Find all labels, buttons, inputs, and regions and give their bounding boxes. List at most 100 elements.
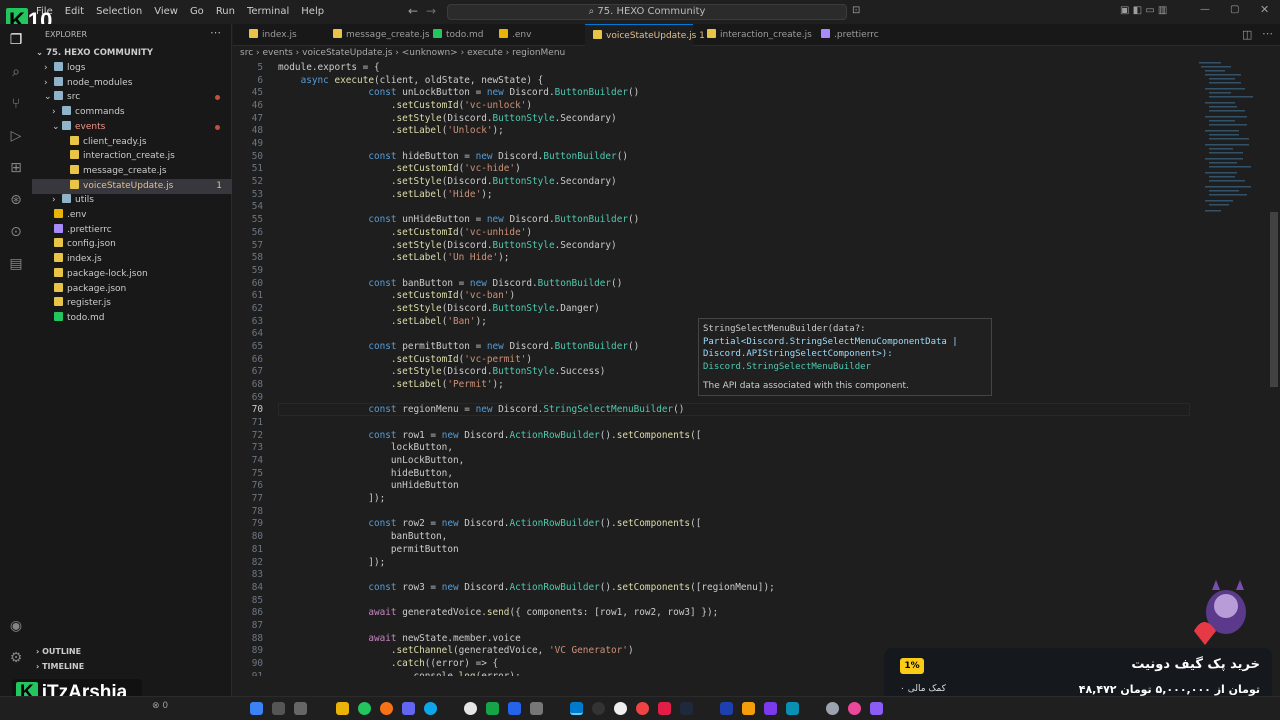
editor-tab[interactable]: .env [491, 24, 557, 46]
discord-icon[interactable] [402, 702, 415, 715]
tree-folder[interactable]: ⌄ src [32, 90, 232, 105]
minimap[interactable] [1195, 60, 1270, 220]
obs-icon[interactable] [592, 702, 605, 715]
steam-icon[interactable] [720, 702, 733, 715]
code-line[interactable]: console.log(error); [278, 671, 520, 676]
layout-icon[interactable]: ▣ ◧ ▭ ▥ [1120, 5, 1167, 16]
breadcrumb-item[interactable]: events [262, 48, 292, 58]
menu-run[interactable]: Run [210, 0, 241, 24]
tree-file[interactable]: voiceStateUpdate.js 1 [32, 178, 232, 194]
run-debug-icon[interactable]: ▷ [6, 126, 26, 146]
minimize-icon[interactable]: — [1200, 4, 1210, 15]
code-line[interactable]: const hideButton = new Discord.ButtonBui… [278, 151, 628, 162]
firefox-icon[interactable] [380, 702, 393, 715]
code-line[interactable]: .setStyle(Discord.ButtonStyle.Secondary) [278, 113, 617, 124]
code-line[interactable]: .setStyle(Discord.ButtonStyle.Secondary) [278, 176, 617, 187]
app-icon[interactable] [530, 702, 543, 715]
copilot-icon[interactable]: ⊡ [852, 5, 860, 16]
breadcrumb-item[interactable]: voiceStateUpdate.js [302, 48, 392, 58]
telegram-icon[interactable] [424, 702, 437, 715]
tree-file[interactable]: package-lock.json [32, 267, 232, 282]
app-icon[interactable] [486, 702, 499, 715]
app-icon[interactable] [742, 702, 755, 715]
menu-selection[interactable]: Selection [90, 0, 148, 24]
settings-gear-icon[interactable]: ⚙ [6, 648, 26, 668]
menu-edit[interactable]: Edit [59, 0, 90, 24]
tree-file[interactable]: register.js [32, 296, 232, 311]
menu-go[interactable]: Go [184, 0, 210, 24]
code-line[interactable]: const permitButton = new Discord.ButtonB… [278, 341, 639, 352]
tree-file[interactable]: index.js [32, 252, 232, 267]
outline-section[interactable]: › OUTLINE [32, 644, 232, 659]
maximize-icon[interactable]: ▢ [1230, 4, 1239, 15]
code-line[interactable]: .setStyle(Discord.ButtonStyle.Success) [278, 366, 606, 377]
tree-folder[interactable]: › utils [32, 193, 232, 208]
editor-tab[interactable]: message_create.js [325, 24, 437, 46]
more-actions-icon[interactable]: ⋯ [1262, 27, 1273, 40]
problems-count[interactable]: ⊗ 0 [152, 701, 168, 711]
editor-tab[interactable]: voiceStateUpdate.js 1 [585, 24, 705, 46]
timeline-section[interactable]: › TIMELINE [32, 659, 232, 674]
code-line[interactable]: .setLabel('Permit'); [278, 379, 504, 390]
code-line[interactable]: const regionMenu = new Discord.StringSel… [278, 404, 684, 415]
tree-folder[interactable]: ⌄ events [32, 120, 232, 135]
git-graph-icon[interactable]: ⊛ [6, 190, 26, 210]
code-line[interactable]: .setStyle(Discord.ButtonStyle.Danger) [278, 303, 600, 314]
code-line[interactable]: .setCustomId('vc-unlock') [278, 100, 532, 111]
docker-icon[interactable]: ▤ [6, 254, 26, 274]
code-line[interactable]: const unHideButton = new Discord.ButtonB… [278, 214, 639, 225]
code-line[interactable]: .catch((error) => { [278, 658, 498, 669]
code-line[interactable]: await generatedVoice.send({ components: … [278, 607, 718, 618]
tree-folder[interactable]: › logs [32, 61, 232, 76]
source-control-icon[interactable]: ⑂ [6, 94, 26, 114]
app-icon[interactable] [786, 702, 799, 715]
app-icon[interactable] [764, 702, 777, 715]
breadcrumb-item[interactable]: src [240, 48, 253, 58]
task-view-icon[interactable] [294, 702, 307, 715]
tree-file[interactable]: interaction_create.js [32, 149, 232, 164]
code-line[interactable]: unHideButton [278, 480, 459, 491]
menu-view[interactable]: View [148, 0, 184, 24]
explorer-icon[interactable]: ❐ [6, 30, 26, 50]
menu-terminal[interactable]: Terminal [241, 0, 295, 24]
app-icon[interactable] [848, 702, 861, 715]
menu-help[interactable]: Help [295, 0, 330, 24]
code-line[interactable]: module.exports = { [278, 62, 380, 73]
tree-file[interactable]: client_ready.js [32, 135, 232, 150]
code-line[interactable]: ]); [278, 557, 385, 568]
chrome-icon[interactable] [358, 702, 371, 715]
app-icon[interactable] [826, 702, 839, 715]
github-icon[interactable] [464, 702, 477, 715]
code-line[interactable]: .setCustomId('vc-ban') [278, 290, 515, 301]
code-line[interactable]: const banButton = new Discord.ButtonBuil… [278, 278, 622, 289]
app-icon[interactable] [636, 702, 649, 715]
tree-file[interactable]: todo.md [32, 311, 232, 326]
code-line[interactable]: .setCustomId('vc-unhide') [278, 227, 532, 238]
code-line[interactable]: lockButton, [278, 442, 453, 453]
split-editor-icon[interactable]: ◫ [1242, 28, 1252, 41]
code-line[interactable]: ]); [278, 493, 385, 504]
code-line[interactable]: const row3 = new Discord.ActionRowBuilde… [278, 582, 774, 593]
account-icon[interactable]: ◉ [6, 616, 26, 636]
editor-tab[interactable]: index.js [241, 24, 313, 46]
code-line[interactable]: const row2 = new Discord.ActionRowBuilde… [278, 518, 701, 529]
close-icon[interactable]: ✕ [1260, 3, 1269, 16]
breadcrumb-item[interactable]: <unknown> [402, 48, 458, 58]
code-line[interactable]: const unLockButton = new Discord.ButtonB… [278, 87, 639, 98]
code-line[interactable]: await newState.member.voice [278, 633, 520, 644]
editor-scrollbar[interactable] [1270, 212, 1278, 387]
editor-tab[interactable]: .prettierrc [813, 24, 885, 46]
code-line[interactable]: .setLabel('Hide'); [278, 189, 493, 200]
app-icon[interactable] [658, 702, 671, 715]
code-line[interactable]: .setLabel('Ban'); [278, 316, 487, 327]
code-line[interactable]: banButton, [278, 531, 447, 542]
code-line[interactable]: .setCustomId('vc-hide') [278, 163, 521, 174]
code-line[interactable]: hideButton, [278, 468, 453, 479]
forward-icon[interactable]: → [426, 4, 436, 18]
code-line[interactable]: .setChannel(generatedVoice, 'VC Generato… [278, 645, 634, 656]
code-line[interactable]: .setStyle(Discord.ButtonStyle.Secondary) [278, 240, 617, 251]
code-line[interactable]: unLockButton, [278, 455, 464, 466]
command-center-search[interactable]: ⌕ 75. HEXO Community [447, 4, 847, 20]
tree-folder[interactable]: › node_modules [32, 76, 232, 91]
code-line[interactable]: .setLabel('Un Hide'); [278, 252, 510, 263]
